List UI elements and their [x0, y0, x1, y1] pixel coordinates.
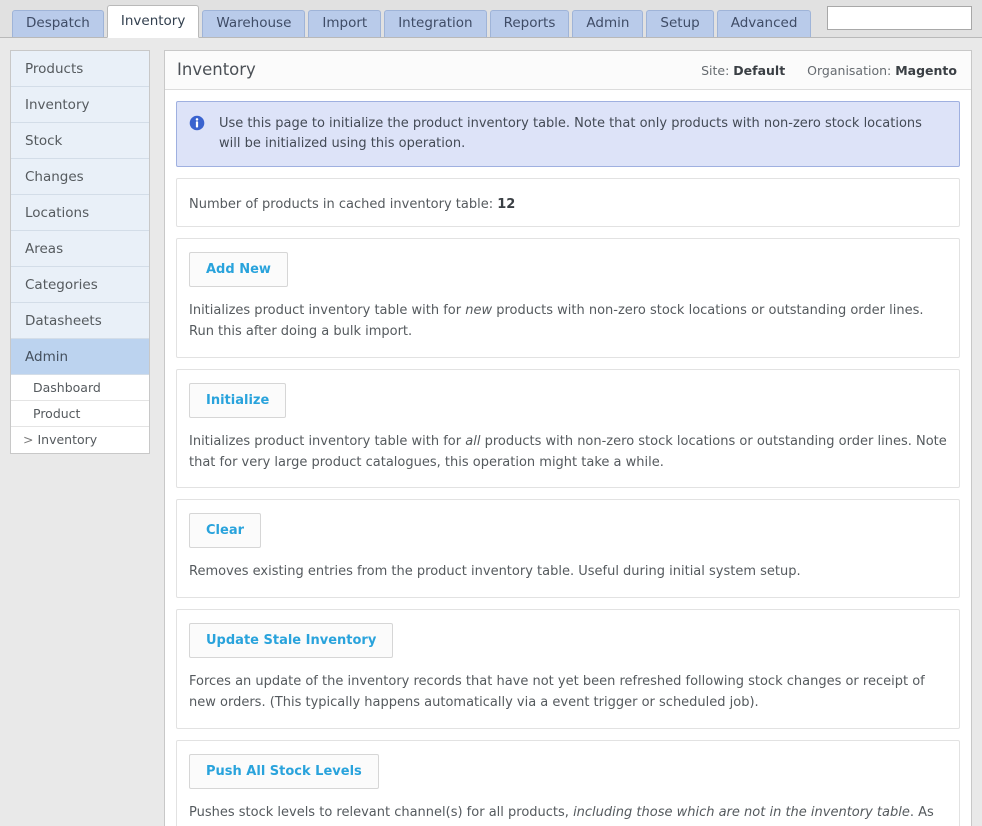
tab-setup[interactable]: Setup	[646, 10, 713, 37]
sidebar-item-datasheets[interactable]: Datasheets	[11, 303, 149, 339]
description-text: Initializes product inventory table with…	[189, 303, 465, 318]
tab-reports[interactable]: Reports	[490, 10, 570, 37]
sidebar-item-areas[interactable]: Areas	[11, 231, 149, 267]
sidebar-item-stock[interactable]: Stock	[11, 123, 149, 159]
inventory-count-value: 12	[497, 197, 515, 212]
chevron-right-icon: >	[23, 432, 33, 447]
inventory-count-label: Number of products in cached inventory t…	[189, 197, 493, 212]
action-card-update-stale-inventory: Update Stale Inventory Forces an update o…	[176, 609, 960, 729]
action-card-clear: Clear Removes existing entries from the p…	[176, 499, 960, 598]
action-card-add-new: Add New Initializes product inventory tab…	[176, 238, 960, 358]
tab-admin[interactable]: Admin	[572, 10, 643, 37]
info-icon	[189, 115, 205, 131]
description-text: Removes existing entries from the produc…	[189, 564, 801, 579]
sidebar-item-product[interactable]: Product	[11, 401, 149, 427]
action-description: Forces an update of the inventory record…	[189, 672, 947, 714]
sidebar-item-label: Dashboard	[33, 380, 101, 395]
sidebar-item-label: Inventory	[25, 97, 89, 113]
info-banner: Use this page to initialize the product …	[176, 101, 960, 167]
tab-inventory[interactable]: Inventory	[107, 5, 199, 38]
emphasis-text: new	[465, 303, 492, 318]
description-text: Pushes stock levels to relevant channel(…	[189, 805, 573, 820]
sidebar-item-label: Changes	[25, 169, 84, 185]
sidebar-item-products[interactable]: Products	[11, 51, 149, 87]
site-label: Site:	[701, 63, 729, 78]
main-tab-bar: DespatchInventoryWarehouseImportIntegrat…	[0, 0, 982, 38]
content-body: Use this page to initialize the product …	[165, 90, 971, 826]
emphasis-text: all	[465, 434, 480, 449]
global-search[interactable]	[827, 6, 972, 30]
search-input[interactable]	[828, 7, 982, 29]
action-description: Pushes stock levels to relevant channel(…	[189, 803, 947, 826]
action-description: Initializes product inventory table with…	[189, 301, 947, 343]
sidebar-item-label: Datasheets	[25, 313, 102, 329]
push-all-stock-levels-button[interactable]: Push All Stock Levels	[189, 754, 379, 789]
sidebar-item-label: Inventory	[37, 432, 97, 447]
organisation-label: Organisation:	[807, 63, 891, 78]
header-meta: Site: Default Organisation: Magento	[701, 63, 957, 78]
description-text: Forces an update of the inventory record…	[189, 674, 925, 710]
sidebar-item-label: Categories	[25, 277, 98, 293]
tab-integration[interactable]: Integration	[384, 10, 486, 37]
sidebar-item-label: Products	[25, 61, 83, 77]
content-header: Inventory Site: Default Organisation: Ma…	[165, 51, 971, 90]
sidebar-item-changes[interactable]: Changes	[11, 159, 149, 195]
tab-despatch[interactable]: Despatch	[12, 10, 104, 37]
sidebar-item-label: Locations	[25, 205, 89, 221]
add-new-button[interactable]: Add New	[189, 252, 288, 287]
sidebar-item-label: Admin	[25, 349, 68, 365]
organisation-meta: Organisation: Magento	[807, 63, 957, 78]
emphasis-text: including those which are not in the inv…	[573, 805, 910, 820]
site-value: Default	[733, 63, 785, 78]
action-description: Removes existing entries from the produc…	[189, 562, 947, 583]
sidebar-item-dashboard[interactable]: Dashboard	[11, 375, 149, 401]
sidebar-item-locations[interactable]: Locations	[11, 195, 149, 231]
sidebar-nav: Products Inventory Stock Changes Locations Ar…	[10, 50, 150, 454]
info-banner-text: Use this page to initialize the product …	[219, 114, 945, 154]
sidebar-item-label: Stock	[25, 133, 62, 149]
sidebar-item-admin[interactable]: Admin	[11, 339, 149, 375]
update-stale-inventory-button[interactable]: Update Stale Inventory	[189, 623, 393, 658]
sidebar-item-inventory[interactable]: Inventory	[11, 87, 149, 123]
sidebar-item-label: Product	[33, 406, 80, 421]
inventory-count-card: Number of products in cached inventory t…	[176, 178, 960, 227]
description-text: Initializes product inventory table with…	[189, 434, 465, 449]
sidebar-item-inventory[interactable]: > Inventory	[11, 427, 149, 453]
tab-import[interactable]: Import	[308, 10, 381, 37]
sidebar-item-label: Areas	[25, 241, 63, 257]
page-title: Inventory	[177, 60, 256, 79]
tab-warehouse[interactable]: Warehouse	[202, 10, 305, 37]
tab-advanced[interactable]: Advanced	[717, 10, 812, 37]
site-meta: Site: Default	[701, 63, 785, 78]
action-card-push-all-stock-levels: Push All Stock Levels Pushes stock levels…	[176, 740, 960, 826]
action-card-initialize: Initialize Initializes product inventory …	[176, 369, 960, 489]
clear-button[interactable]: Clear	[189, 513, 261, 548]
action-description: Initializes product inventory table with…	[189, 432, 947, 474]
sidebar-item-categories[interactable]: Categories	[11, 267, 149, 303]
organisation-value: Magento	[895, 63, 957, 78]
inventory-count-row: Number of products in cached inventory t…	[189, 197, 515, 212]
page-body: Products Inventory Stock Changes Locations Ar…	[0, 38, 982, 826]
initialize-button[interactable]: Initialize	[189, 383, 286, 418]
content-panel: Inventory Site: Default Organisation: Ma…	[164, 50, 972, 826]
